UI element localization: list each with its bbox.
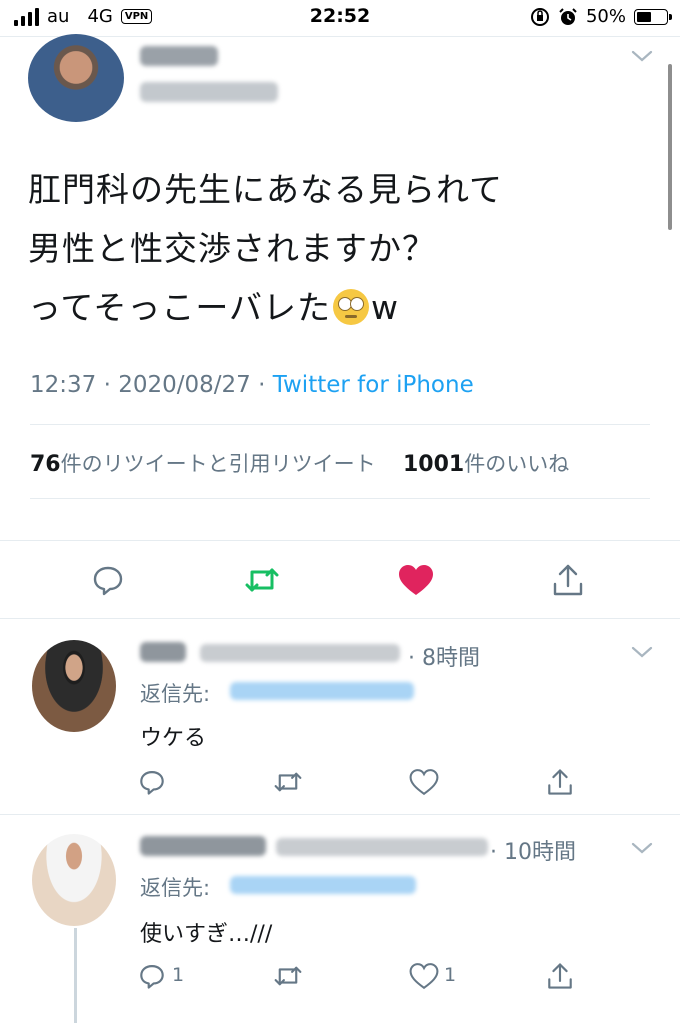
battery-icon: [634, 8, 672, 25]
share-button[interactable]: [548, 560, 588, 600]
reply-button[interactable]: [88, 560, 128, 600]
reply-retweet-button[interactable]: [268, 956, 308, 996]
tweet-meta: 12:37 · 2020/08/27 · Twitter for iPhone: [30, 372, 474, 398]
share-icon: [548, 963, 572, 989]
reply-to-handle-blurred[interactable]: [230, 876, 416, 894]
divider: [0, 814, 680, 815]
reply-like-button[interactable]: [404, 762, 444, 802]
reply-like-button[interactable]: [404, 956, 444, 996]
reply-count: 1: [172, 964, 185, 986]
tweet-line: 肛門科の先生にあなる見られて: [28, 170, 504, 209]
reply-avatar[interactable]: [32, 834, 116, 926]
heart-filled-icon: [399, 565, 433, 595]
orientation-lock-icon: [530, 7, 549, 26]
tweet-time: 12:37: [30, 372, 97, 398]
divider: [0, 36, 680, 37]
author-name-blurred[interactable]: [140, 46, 218, 66]
rolling-eyes-emoji-icon: [333, 289, 370, 325]
alarm-icon: [559, 7, 577, 25]
reply-handle-blurred[interactable]: [276, 838, 488, 856]
reply-reply-button[interactable]: [132, 956, 172, 996]
reply-retweet-button[interactable]: [268, 762, 308, 802]
divider: [30, 424, 650, 425]
reply-handle-blurred[interactable]: [200, 644, 400, 662]
reply-icon: [140, 965, 164, 989]
tweet-client-link[interactable]: Twitter for iPhone: [273, 372, 474, 398]
heart-icon: [409, 963, 439, 990]
reply-menu-chevron-icon[interactable]: [630, 836, 654, 861]
reply-icon: [93, 566, 123, 596]
divider: [30, 498, 650, 499]
status-right: 50%: [530, 6, 672, 27]
author-handle-blurred[interactable]: [140, 82, 278, 102]
thread-line: [74, 928, 77, 1023]
tweet-text: 肛門科の先生にあなる見られて 男性と性交渉されますか？ ってそっこーバレた w: [28, 160, 503, 337]
author-avatar[interactable]: [28, 34, 124, 122]
like-stat-link[interactable]: 1001件のいいね: [403, 452, 569, 477]
reply-to-handle-blurred[interactable]: [230, 682, 414, 700]
battery-percent: 50%: [585, 6, 626, 27]
share-icon: [548, 769, 572, 795]
tweet-line: ってそっこーバレた w: [28, 288, 400, 327]
share-icon: [553, 564, 583, 596]
reply-icon: [140, 771, 164, 795]
divider: [0, 540, 680, 541]
reply-name-blurred[interactable]: [140, 642, 186, 662]
reply-menu-chevron-icon[interactable]: [630, 640, 654, 665]
reply-avatar[interactable]: [32, 640, 116, 732]
reply-share-button[interactable]: [540, 956, 580, 996]
reply-text: ウケる: [140, 726, 207, 751]
tweet-menu-chevron-icon[interactable]: [630, 44, 654, 69]
heart-icon: [409, 769, 439, 796]
reply-to-label: 返信先:: [140, 682, 211, 706]
reply-text: 使いすぎ…///: [140, 922, 273, 947]
status-bar: au 4G VPN 22:52 50%: [0, 0, 680, 36]
reply-reply-button[interactable]: [132, 762, 172, 802]
retweet-icon: [274, 772, 302, 792]
divider: [0, 618, 680, 619]
tweet-date: 2020/08/27: [118, 372, 251, 398]
reply-name-blurred[interactable]: [140, 836, 266, 856]
like-button[interactable]: [396, 560, 436, 600]
scrollbar[interactable]: [668, 64, 672, 230]
reply-share-button[interactable]: [540, 762, 580, 802]
reply-time: · 8時間: [408, 646, 480, 671]
reply-to-label: 返信先:: [140, 876, 211, 900]
retweet-stat-link[interactable]: 76件のリツイートと引用リツイート: [30, 452, 376, 477]
retweet-button[interactable]: [242, 560, 282, 600]
retweet-icon: [245, 568, 279, 592]
reply-time: · 10時間: [490, 840, 576, 865]
retweet-icon: [274, 966, 302, 986]
like-count: 1: [444, 964, 457, 986]
tweet-line: 男性と性交渉されますか？: [28, 229, 436, 268]
tweet-stats: 76件のリツイートと引用リツイート 1001件のいいね: [30, 448, 569, 478]
